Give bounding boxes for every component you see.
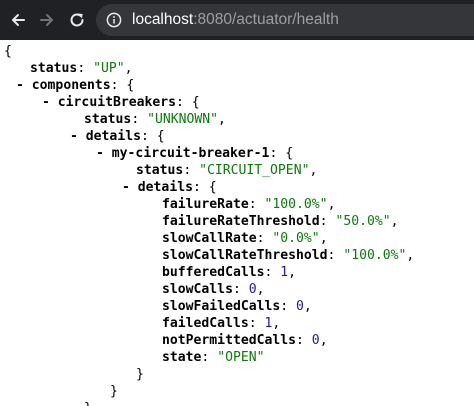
url-path: :8080/actuator/health	[193, 11, 339, 28]
json-key: failedCalls	[162, 316, 249, 331]
json-breaker-details-line: - details: {	[122, 180, 217, 195]
json-root-status: status: "UP",	[30, 61, 133, 76]
json-string-value: "OPEN"	[217, 350, 265, 365]
site-info-icon[interactable]	[106, 12, 122, 28]
json-field: slowFailedCalls: 0,	[162, 299, 312, 314]
back-button[interactable]	[5, 6, 31, 34]
json-field: failureRate: "100.0%",	[162, 197, 336, 212]
json-key: circuitBreakers	[57, 95, 177, 110]
json-breaker-line: - my-circuit-breaker-1: {	[96, 146, 294, 161]
json-string-value: "UP"	[93, 61, 125, 76]
json-cb-status: status: "UNKNOWN",	[84, 112, 226, 127]
url-host: localhost	[132, 11, 194, 28]
json-key: slowCallRate	[162, 231, 257, 246]
json-key: status	[30, 61, 78, 76]
url-text[interactable]: localhost:8080/actuator/health	[132, 4, 339, 36]
json-string-value: "100.0%"	[343, 248, 407, 263]
collapse-toggle[interactable]: -	[96, 146, 104, 161]
json-field: bufferedCalls: 1,	[162, 265, 297, 280]
json-components-line: - components: {	[16, 78, 135, 93]
json-cb-details-line: - details: {	[70, 129, 165, 144]
collapse-toggle[interactable]: -	[70, 129, 78, 144]
address-bar[interactable]: localhost:8080/actuator/health	[96, 4, 474, 36]
json-open-brace: {	[4, 44, 12, 59]
json-key: components	[31, 78, 111, 93]
json-field: failureRateThreshold: "50.0%",	[162, 214, 399, 229]
json-key: state	[162, 350, 202, 365]
forward-button[interactable]	[34, 6, 60, 34]
json-key: notPermittedCalls	[162, 333, 297, 348]
json-close-brace: }	[136, 367, 144, 382]
json-key: bufferedCalls	[162, 265, 265, 280]
json-breaker-status: status: "CIRCUIT_OPEN",	[136, 163, 318, 178]
json-field: failedCalls: 1,	[162, 316, 281, 331]
json-key: failureRate	[162, 197, 249, 212]
collapse-toggle[interactable]: -	[122, 180, 130, 195]
back-arrow-icon	[12, 14, 25, 26]
json-key: details	[137, 180, 193, 195]
json-field: slowCalls: 0,	[162, 282, 265, 297]
json-string-value: "UNKNOWN"	[147, 112, 219, 127]
json-key: failureRateThreshold	[162, 214, 320, 229]
json-field: slowCallRateThreshold: "100.0%",	[162, 248, 415, 263]
json-key: status	[84, 112, 132, 127]
json-field: state: "OPEN"	[162, 350, 265, 365]
json-field: notPermittedCalls: 0,	[162, 333, 328, 348]
forward-arrow-icon	[40, 14, 53, 26]
json-string-value: "CIRCUIT_OPEN"	[199, 163, 310, 178]
json-string-value: "0.0%"	[272, 231, 320, 246]
json-number-value: 1	[280, 265, 289, 280]
json-string-value: "50.0%"	[335, 214, 391, 229]
json-string-value: "100.0%"	[264, 197, 328, 212]
json-viewer: { status: "UP", - components: { - circui…	[0, 40, 474, 406]
json-number-value: 0	[311, 333, 320, 348]
json-number-value: 0	[248, 282, 257, 297]
browser-toolbar: localhost:8080/actuator/health	[0, 0, 474, 40]
json-key: slowFailedCalls	[162, 299, 281, 314]
json-key: status	[136, 163, 184, 178]
json-key: slowCallRateThreshold	[162, 248, 328, 263]
collapse-toggle[interactable]: -	[42, 95, 50, 110]
json-number-value: 1	[264, 316, 273, 331]
reload-button[interactable]	[64, 6, 90, 34]
collapse-toggle[interactable]: -	[16, 78, 24, 93]
json-key: slowCalls	[162, 282, 233, 297]
json-close-brace: }	[110, 384, 118, 399]
json-circuitbreakers-line: - circuitBreakers: {	[42, 95, 200, 110]
json-key: my-circuit-breaker-1	[111, 146, 270, 161]
json-close-brace: }	[84, 401, 92, 406]
json-key: details	[85, 129, 141, 144]
json-number-value: 0	[296, 299, 304, 314]
reload-icon	[70, 13, 84, 27]
json-field: slowCallRate: "0.0%",	[162, 231, 328, 246]
